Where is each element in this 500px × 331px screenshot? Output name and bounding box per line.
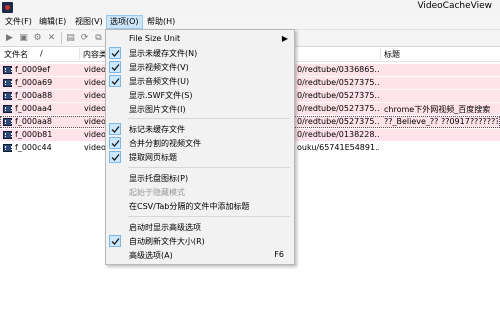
menu-bar: 文件(F) 编辑(E) 视图(V) 选项(O) 帮助(H) xyxy=(0,15,500,30)
cell-type: video xyxy=(84,143,106,152)
video-file-icon xyxy=(3,66,12,74)
menu-item-show-tray-icon[interactable]: 显示托盘图标(P) xyxy=(106,171,294,185)
checkmark-icon xyxy=(109,137,121,149)
settings-icon[interactable]: ⚙ xyxy=(32,32,43,43)
cell-filename: f_000a88 xyxy=(15,91,53,100)
cell-url: 0/redtube/0527375... xyxy=(297,104,379,113)
window-title: VideoCacheView xyxy=(417,1,492,11)
cell-filename: f_000a69 xyxy=(15,78,53,87)
copy-icon[interactable]: ⧉ xyxy=(93,32,104,43)
refresh-icon[interactable]: ⟳ xyxy=(79,32,90,43)
copy-files-icon[interactable]: ▣ xyxy=(18,32,29,43)
app-icon xyxy=(2,2,13,13)
cell-url: 0/redtube/0336865... xyxy=(297,65,379,74)
cell-url: ouku/65741E54891... xyxy=(297,143,379,152)
video-file-icon xyxy=(3,92,12,100)
video-file-icon xyxy=(3,105,12,113)
menu-item-show-audio[interactable]: 显示音频文件(U) xyxy=(106,74,294,88)
column-divider[interactable] xyxy=(79,48,80,60)
submenu-arrow-icon: ▶ xyxy=(281,34,288,43)
cell-type: video xyxy=(84,65,106,74)
column-content-type[interactable]: 内容类 xyxy=(83,49,107,60)
shortcut-label: F6 xyxy=(274,250,284,259)
video-file-icon xyxy=(3,118,12,126)
column-filename[interactable]: 文件名 xyxy=(4,49,28,60)
menu-item-show-images[interactable]: 显示图片文件(I) xyxy=(106,102,294,116)
menu-item-show-swf[interactable]: 显示.SWF文件(S) xyxy=(106,88,294,102)
checkmark-icon xyxy=(109,61,121,73)
column-divider[interactable] xyxy=(380,48,381,60)
cell-type: video xyxy=(84,78,106,87)
menu-item-show-uncached[interactable]: 显示未缓存文件(N) xyxy=(106,46,294,60)
cell-type: video xyxy=(84,130,106,139)
menu-item-merge-split-videos[interactable]: 合并分割的视频文件 xyxy=(106,136,294,150)
menu-help[interactable]: 帮助(H) xyxy=(144,16,178,28)
cell-type: video xyxy=(84,104,106,113)
cell-title: chrome下外网视频_百度搜索 xyxy=(384,105,491,114)
cell-url: 0/redtube/0527375... xyxy=(297,91,379,100)
menu-item-add-header-csv[interactable]: 在CSV/Tab分隔的文件中添加标题 xyxy=(106,199,294,213)
menu-item-start-hidden: 起始于隐藏模式 xyxy=(129,188,185,197)
menu-item-show-video[interactable]: 显示视频文件(V) xyxy=(106,60,294,74)
menu-item-extract-page-title[interactable]: 提取网页标题 xyxy=(106,150,294,164)
column-title[interactable]: 标题 xyxy=(384,49,400,60)
menu-view[interactable]: 视图(V) xyxy=(72,16,106,28)
cell-title: ??_Believe_?? ??0917????????? xyxy=(384,117,498,126)
cell-filename: f_000c44 xyxy=(15,143,52,152)
toolbar-separator xyxy=(61,32,62,44)
menu-separator xyxy=(128,167,290,168)
sort-indicator: / xyxy=(40,49,43,58)
save-icon[interactable]: ▤ xyxy=(65,32,76,43)
cell-url: 0/redtube/0527375... xyxy=(297,117,379,126)
video-file-icon xyxy=(3,144,12,152)
cell-filename: f_000aa8 xyxy=(15,117,52,126)
cell-filename: f_0009ef xyxy=(15,65,50,74)
menu-separator xyxy=(128,118,290,119)
cell-filename: f_000aa4 xyxy=(15,104,52,113)
menu-item-advanced-options[interactable]: 高级选项(A) F6 xyxy=(106,248,294,262)
menu-item-show-advanced-on-start[interactable]: 启动时显示高级选项 xyxy=(106,220,294,234)
cell-url: 0/redtube/0527375... xyxy=(297,78,379,87)
play-icon[interactable]: ▶ xyxy=(4,32,15,43)
cell-type: video xyxy=(84,117,106,126)
menu-item-file-size-unit[interactable]: File Size Unit ▶ xyxy=(106,32,294,46)
checkmark-icon xyxy=(109,75,121,87)
menu-separator xyxy=(128,216,290,217)
video-file-icon xyxy=(3,131,12,139)
options-menu-dropdown: File Size Unit ▶ 显示未缓存文件(N) 显示视频文件(V) 显示… xyxy=(105,29,295,265)
menu-options[interactable]: 选项(O) xyxy=(106,15,143,29)
delete-icon[interactable]: ✕ xyxy=(46,32,57,43)
checkmark-icon xyxy=(109,123,121,135)
checkmark-icon xyxy=(109,235,121,247)
checkmark-icon xyxy=(109,151,121,163)
menu-item-mark-uncached[interactable]: 标记未缓存文件 xyxy=(106,122,294,136)
video-file-icon xyxy=(3,79,12,87)
title-bar: VideoCacheView xyxy=(0,0,500,15)
menu-file[interactable]: 文件(F) xyxy=(2,16,35,28)
checkmark-icon xyxy=(109,47,121,59)
cell-filename: f_000b81 xyxy=(15,130,53,139)
menu-edit[interactable]: 编辑(E) xyxy=(36,16,69,28)
cell-url: 0/redtube/0138228... xyxy=(297,130,379,139)
cell-type: video xyxy=(84,91,106,100)
menu-item-auto-refresh-size[interactable]: 自动刷新文件大小(R) xyxy=(106,234,294,248)
